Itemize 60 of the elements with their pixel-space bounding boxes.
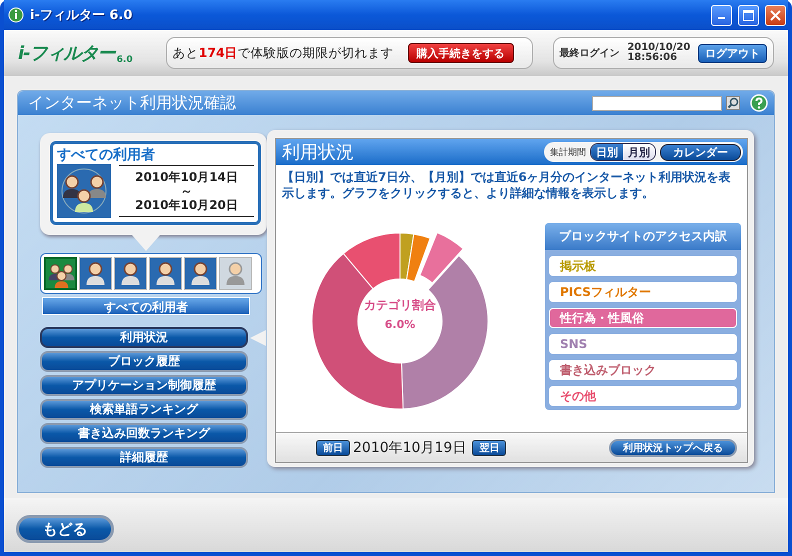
- chart-center-value: 6.0%: [384, 318, 416, 330]
- user-avatar[interactable]: [79, 257, 112, 290]
- app-icon: [8, 7, 24, 23]
- period-label: 集計期間: [550, 146, 586, 158]
- nav-button[interactable]: ブロック履歴: [40, 351, 248, 372]
- window-title: i-フィルター 6.0: [30, 7, 134, 24]
- nav-button[interactable]: アプリケーション制御履歴: [40, 375, 248, 396]
- nav-button[interactable]: 検索単語ランキング: [40, 399, 248, 420]
- date-from: 2010年10月14日: [135, 170, 238, 184]
- period-tab[interactable]: 月別: [623, 144, 655, 160]
- period-tab[interactable]: 日別: [591, 144, 623, 160]
- selected-user-label: すべての利用者: [42, 297, 250, 315]
- last-login-label: 最終ログイン: [560, 46, 620, 60]
- maximize-button[interactable]: [738, 4, 759, 26]
- trial-notice: あと 174日 で体験版の期限が切れます: [172, 44, 394, 62]
- close-icon: [770, 10, 781, 20]
- user-group-icon: [57, 164, 111, 218]
- search-field[interactable]: [592, 96, 722, 110]
- logout-button[interactable]: ログアウト: [698, 44, 767, 62]
- legend-item[interactable]: 書き込みブロック: [549, 360, 737, 380]
- donut-slice[interactable]: [400, 232, 414, 280]
- next-day-button[interactable]: 翌日: [472, 440, 506, 456]
- donut-slice[interactable]: [406, 233, 431, 282]
- nav-button[interactable]: 書き込み回数ランキング: [40, 423, 248, 444]
- donut-slice[interactable]: [419, 232, 464, 283]
- legend-item[interactable]: PICSフィルター: [549, 282, 737, 302]
- user-avatar[interactable]: [184, 257, 217, 290]
- minimize-button[interactable]: [711, 4, 732, 26]
- user-avatar[interactable]: [44, 257, 77, 290]
- nav-button[interactable]: 詳細履歴: [40, 447, 248, 468]
- back-button[interactable]: もどる: [16, 515, 114, 543]
- maximize-icon: [743, 10, 754, 20]
- chart-center-label: カテゴリ割合: [364, 296, 436, 314]
- user-avatar[interactable]: [114, 257, 147, 290]
- previous-day-button[interactable]: 前日: [316, 440, 350, 456]
- nav-button[interactable]: 利用状況: [40, 327, 248, 348]
- description: 【日別】では直近7日分、【月別】では直近6ヶ月分のインターネット利用状況を表示します。グラフをクリックすると、より詳細な情報を表示します。: [282, 169, 732, 201]
- logo: i-フィルター: [18, 42, 115, 65]
- legend-title: ブロックサイトのアクセス内訳: [545, 223, 741, 250]
- date-to: 2010年10月20日: [135, 198, 238, 212]
- current-date: 2010年10月19日: [353, 438, 466, 456]
- help-icon[interactable]: [750, 94, 768, 112]
- calendar-button[interactable]: カレンダー: [660, 144, 741, 160]
- logo-version: 6.0: [116, 55, 133, 65]
- usage-top-button[interactable]: 利用状況トップへ戻る: [609, 438, 737, 456]
- user-avatar[interactable]: [149, 257, 182, 290]
- legend-item[interactable]: 性行為・性風俗: [549, 308, 737, 328]
- close-button[interactable]: [765, 4, 786, 26]
- usage-title: 利用状況: [282, 141, 355, 164]
- legend-item[interactable]: SNS: [549, 334, 737, 354]
- user-card-title: すべての利用者: [57, 146, 156, 164]
- purchase-button[interactable]: 購入手続きをする: [408, 43, 514, 63]
- login-date: 2010/10/20: [627, 43, 690, 53]
- search-icon[interactable]: [726, 96, 740, 110]
- legend-item[interactable]: 掲示板: [549, 256, 737, 276]
- page-title: インターネット利用状況確認: [28, 92, 237, 114]
- date-separator: ～: [180, 184, 192, 198]
- donut-slice[interactable]: [342, 232, 400, 289]
- login-time: 18:56:06: [627, 53, 678, 63]
- legend-item[interactable]: その他: [549, 386, 737, 406]
